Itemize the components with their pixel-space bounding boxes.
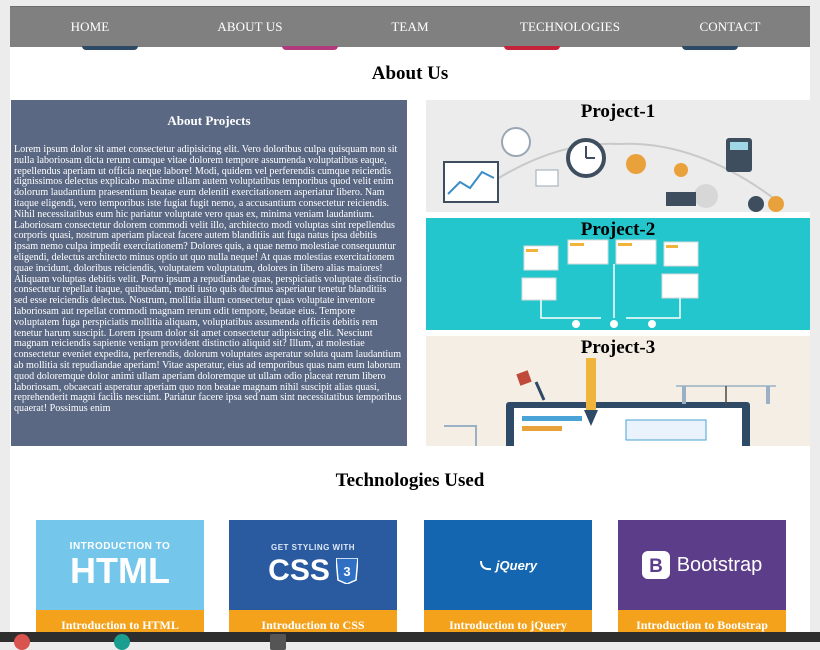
- css-logo-subtitle: GET STYLING WITH: [271, 542, 355, 552]
- css-logo-title: CSS: [268, 553, 330, 587]
- taskbar-app-icon[interactable]: [270, 634, 286, 650]
- nav-team-link[interactable]: TEAM: [330, 19, 490, 35]
- taskbar-app-icon[interactable]: [114, 634, 130, 650]
- nav-about-link[interactable]: ABOUT US: [170, 19, 330, 35]
- project-title: Project-2: [580, 219, 656, 240]
- bootstrap-logo: B Bootstrap: [618, 520, 786, 610]
- about-panel-title: About Projects: [167, 113, 251, 128]
- project-title: Project-3: [580, 337, 656, 358]
- page: HOME ABOUT US TEAM TECHNOLOGIES CONTACT …: [10, 6, 810, 642]
- css-logo: GET STYLING WITH CSS 3: [229, 520, 397, 610]
- project-card-2[interactable]: Project-2: [426, 218, 810, 330]
- bootstrap-b-icon: B: [641, 551, 670, 579]
- nav-home-link[interactable]: HOME: [10, 19, 170, 35]
- carousel-peek: [282, 46, 338, 50]
- nav-contact-link[interactable]: CONTACT: [650, 19, 810, 35]
- jquery-logo-title: jQuery: [495, 557, 538, 573]
- project-card-1[interactable]: Project-1: [426, 100, 810, 212]
- project-card-3[interactable]: Project-3: [426, 336, 810, 446]
- svg-text:B: B: [649, 556, 663, 577]
- tech-card-bootstrap[interactable]: B Bootstrap Introduction to Bootstrap: [618, 520, 786, 640]
- carousel-peek: [82, 46, 138, 50]
- about-projects-panel: About Projects Lorem ipsum dolor sit ame…: [11, 100, 407, 446]
- tech-card-css[interactable]: GET STYLING WITH CSS 3 Introduction to C…: [229, 520, 397, 640]
- svg-text:3: 3: [343, 564, 350, 579]
- carousel-peek: [682, 46, 738, 50]
- carousel-peek: [504, 46, 560, 50]
- about-heading: About Us: [371, 63, 449, 84]
- tech-card-jquery[interactable]: jQuery Introduction to jQuery: [424, 520, 592, 640]
- jquery-swirl-icon: [479, 560, 492, 571]
- html-logo-title: HTML: [70, 549, 170, 591]
- navbar: HOME ABOUT US TEAM TECHNOLOGIES CONTACT: [10, 6, 810, 47]
- about-panel-text: Lorem ipsum dolor sit amet consectetur a…: [14, 144, 402, 415]
- css3-shield-icon: 3: [335, 557, 358, 584]
- nav-technologies-link[interactable]: TECHNOLOGIES: [490, 19, 650, 35]
- taskbar-app-icon[interactable]: [14, 634, 30, 650]
- html-logo: INTRODUCTION TO HTML: [36, 520, 204, 610]
- bootstrap-logo-title: Bootstrap: [676, 553, 763, 576]
- technologies-heading: Technologies Used: [335, 470, 485, 491]
- jquery-logo: jQuery: [424, 520, 592, 610]
- tech-card-html[interactable]: INTRODUCTION TO HTML Introduction to HTM…: [36, 520, 204, 640]
- project-title: Project-1: [580, 101, 656, 122]
